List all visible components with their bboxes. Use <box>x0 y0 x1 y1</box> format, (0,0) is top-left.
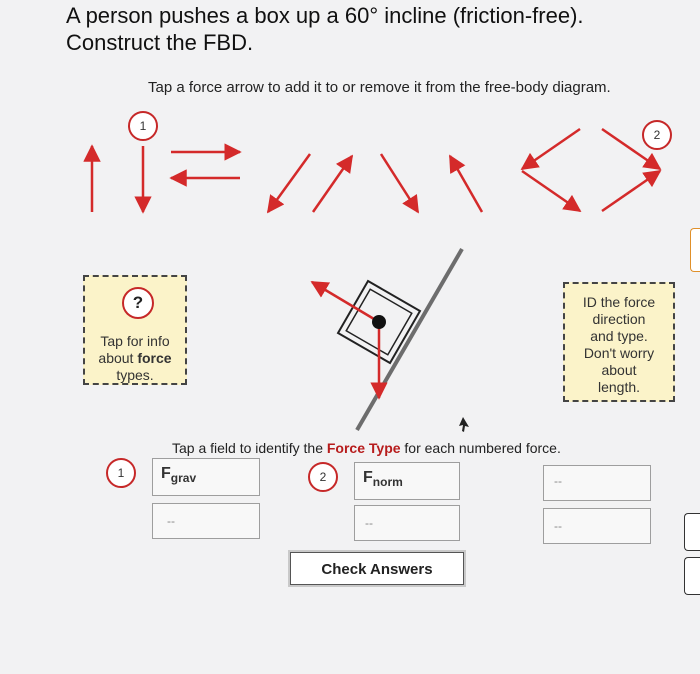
force-arrow-lower-left-shallow[interactable] <box>521 169 582 213</box>
field-prompt: Tap a field to identify the Force Type f… <box>172 440 561 456</box>
force-type-field-3[interactable]: -- <box>543 465 651 501</box>
edge-panel-bottom[interactable] <box>684 557 700 595</box>
field-marker-1: 1 <box>106 458 136 488</box>
force-direction-field-3[interactable]: -- <box>543 508 651 544</box>
box-center-dot <box>372 315 386 329</box>
question-mark-icon[interactable]: ? <box>122 287 154 319</box>
bank-marker-2-label: 2 <box>654 128 661 142</box>
field-1-label-sub: grav <box>170 471 197 486</box>
arrow-bank <box>83 127 662 214</box>
id-hint-line-6: length. <box>597 379 641 395</box>
field-prompt-suffix: for each numbered force. <box>400 440 561 456</box>
info-line-2-bold: force <box>137 350 172 366</box>
force-arrow-down-right[interactable] <box>379 153 420 214</box>
force-arrow-down-left[interactable] <box>266 153 312 214</box>
force-type-field-1[interactable]: Fgrav <box>152 458 260 496</box>
field-1-label: Fgrav <box>161 465 196 485</box>
info-line-1: Tap for info <box>100 333 170 349</box>
id-hint-line-5: about <box>601 362 637 378</box>
bank-marker-1: 1 <box>128 111 158 141</box>
id-hint-box: ID the force direction and type. Don't w… <box>563 282 675 402</box>
force-type-field-2[interactable]: Fnorm <box>354 462 460 500</box>
force-arrow-up-left[interactable] <box>448 154 484 213</box>
info-box-text: Tap for info about force types. <box>91 333 179 384</box>
force-arrow-upper-right-shallow[interactable] <box>601 169 662 213</box>
force-info-box[interactable]: ? Tap for info about force types. <box>83 275 187 385</box>
field-marker-2: 2 <box>308 462 338 492</box>
check-answers-button[interactable]: Check Answers <box>290 552 464 585</box>
id-hint-line-1: ID the force <box>582 294 656 310</box>
bank-marker-1-label: 1 <box>140 119 147 133</box>
force-direction-field-2[interactable]: -- <box>354 505 460 541</box>
cursor-icon <box>459 417 469 432</box>
field-3-placeholder: -- <box>554 474 562 488</box>
info-line-2-prefix: about <box>98 350 138 366</box>
fbd-arrow-normal[interactable] <box>310 280 380 324</box>
field-5-placeholder: -- <box>365 516 373 530</box>
field-prompt-bold: Force Type <box>326 440 401 456</box>
field-2-label: Fnorm <box>363 469 403 489</box>
id-hint-line-4: Don't worry <box>583 345 655 361</box>
bank-marker-2: 2 <box>642 120 672 150</box>
field-2-label-sub: norm <box>372 475 403 490</box>
field-2-label-main: F <box>363 469 373 486</box>
field-6-placeholder: -- <box>554 519 562 533</box>
edge-panel-middle[interactable] <box>684 513 700 551</box>
incline-surface <box>355 247 464 432</box>
id-hint-line-3: and type. <box>590 328 648 344</box>
field-4-placeholder: -- <box>167 514 175 528</box>
force-direction-field-1[interactable]: -- <box>152 503 260 539</box>
id-hint-line-2: direction <box>592 311 646 327</box>
incline-diagram <box>310 247 464 432</box>
info-line-3: types. <box>116 367 154 383</box>
force-arrow-upper-left-shallow[interactable] <box>520 127 581 171</box>
field-1-label-main: F <box>161 465 171 482</box>
force-arrow-up-right[interactable] <box>311 154 354 213</box>
field-prompt-prefix: Tap a field to identify the <box>172 440 327 456</box>
edge-panel-top[interactable] <box>690 228 700 272</box>
